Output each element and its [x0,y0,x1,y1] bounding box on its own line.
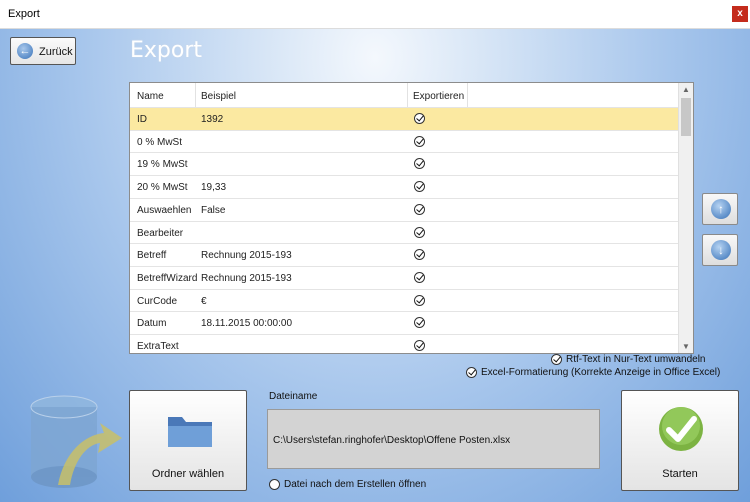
export-checkbox[interactable] [414,340,425,351]
excel-format-option-label: Excel-Formatierung (Korrekte Anzeige in … [481,367,721,378]
excel-format-option[interactable]: Excel-Formatierung (Korrekte Anzeige in … [466,367,720,379]
filename-label: Dateiname [269,391,318,402]
cell-example: False [201,204,226,216]
cell-name: Betreff [137,250,167,262]
start-button-label: Starten [662,468,698,480]
cell-name: 19 % MwSt [137,159,188,171]
column-divider [467,83,468,107]
table-row[interactable]: BetreffWizard Rechnung 2015-193 [130,265,678,289]
table-row[interactable]: Betreff Rechnung 2015-193 [130,243,678,266]
open-after-label: Datei nach dem Erstellen öffnen [284,479,427,490]
window-title: Export [8,8,40,20]
cell-example: 19,33 [201,182,227,194]
cell-name: 20 % MwSt [137,182,188,194]
column-header-name[interactable]: Name [137,91,164,102]
cell-name: ID [137,114,147,125]
column-divider [195,83,196,107]
rtf-option[interactable]: Rtf-Text in Nur-Text umwandeln [551,354,706,366]
checkmark-icon [659,407,703,451]
cell-name: Bearbeiter [137,227,184,239]
table-row[interactable]: Auswaehlen False [130,197,678,221]
export-fields-table: Name Beispiel Exportieren ID 1392 0 % MwSt… [129,82,694,354]
back-button[interactable]: ← Zurück [10,37,76,65]
choose-folder-button[interactable]: Ordner wählen [129,390,247,491]
export-checkbox[interactable] [414,203,425,215]
column-header-export[interactable]: Exportieren [413,91,464,102]
cell-name: CurCode [137,295,178,307]
cell-example: € [201,295,207,307]
export-checkbox[interactable] [414,317,425,329]
table-row[interactable]: 0 % MwSt [130,129,678,153]
export-checkbox[interactable] [414,181,425,193]
cell-name: ExtraText [137,341,179,352]
arrow-up-icon: ↑ [711,199,731,219]
export-checkbox[interactable] [414,113,425,124]
table-row[interactable]: 19 % MwSt [130,152,678,175]
export-checkbox[interactable] [414,135,425,147]
vertical-scrollbar[interactable]: ▲ ▼ [678,83,693,353]
back-button-label: Zurück [39,46,73,58]
move-down-button[interactable]: ↓ [702,234,738,266]
title-bar: Export x [0,0,750,29]
cell-example: 1392 [201,114,224,125]
scroll-thumb[interactable] [681,98,691,136]
export-checkbox[interactable] [414,226,425,238]
scroll-down-icon[interactable]: ▼ [682,342,690,351]
filename-value: C:\Users\stefan.ringhofer\Desktop\Offene… [273,435,511,446]
table-row[interactable]: Bearbeiter [130,220,678,244]
arrow-left-icon: ← [17,43,33,59]
close-button[interactable]: x [732,6,748,22]
table-row[interactable]: CurCode € [130,288,678,312]
cell-name: BetreffWizard [137,272,198,284]
cell-name: Auswaehlen [137,204,192,216]
cell-name: Datum [137,318,167,330]
choose-folder-label: Ordner wählen [151,468,225,480]
column-header-example[interactable]: Beispiel [201,91,236,102]
export-checkbox[interactable] [414,249,425,261]
scroll-up-icon[interactable]: ▲ [682,85,690,94]
arrow-down-icon: ↓ [711,240,731,260]
export-checkbox[interactable] [414,158,425,170]
table-row[interactable]: ExtraText [130,334,678,353]
filename-field[interactable]: C:\Users\stefan.ringhofer\Desktop\Offene… [267,409,600,469]
move-up-button[interactable]: ↑ [702,193,738,225]
database-export-icon [30,395,122,488]
page-title: Export [130,38,203,63]
export-checkbox[interactable] [414,271,425,283]
table-row[interactable]: ID 1392 [130,107,678,130]
table-row[interactable]: Datum 18.11.2015 00:00:00 [130,311,678,334]
cell-example: Rechnung 2015-193 [201,272,292,284]
folder-icon [168,417,212,447]
export-checkbox[interactable] [414,294,425,306]
table-header: Name Beispiel Exportieren [130,83,678,107]
cell-example: 18.11.2015 00:00:00 [201,318,293,330]
column-divider [407,83,408,107]
cell-name: 0 % MwSt [137,136,183,148]
table-row[interactable]: 20 % MwSt 19,33 [130,175,678,198]
open-after-radio[interactable] [269,479,280,490]
open-after-option[interactable]: Datei nach dem Erstellen öffnen [269,479,429,491]
cell-example: Rechnung 2015-193 [201,250,292,262]
excel-format-checkbox[interactable] [466,367,477,378]
rtf-option-label: Rtf-Text in Nur-Text umwandeln [566,354,706,365]
rtf-checkbox[interactable] [551,354,562,365]
start-button[interactable]: Starten [621,390,739,491]
